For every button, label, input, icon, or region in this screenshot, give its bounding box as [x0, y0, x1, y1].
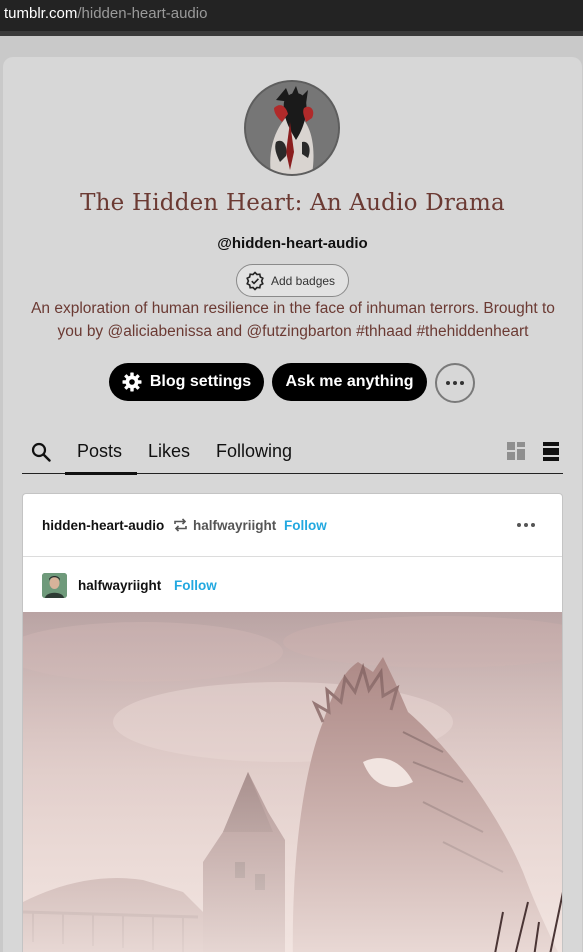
post-header: hidden-heart-audio halfwayriight Follow [23, 494, 562, 557]
ask-me-anything-label: Ask me anything [285, 373, 414, 390]
blog-settings-button[interactable]: Blog settings [109, 363, 264, 401]
post-more-icon[interactable] [517, 523, 535, 527]
grid-view-icon[interactable] [507, 442, 525, 460]
blog-handle: @hidden-heart-audio [217, 235, 368, 252]
more-icon [446, 381, 450, 385]
post-card: hidden-heart-audio halfwayriight Follow [22, 493, 563, 952]
reblog-icon [174, 518, 187, 532]
follow-button[interactable]: Follow [284, 518, 327, 533]
blog-avatar[interactable] [244, 80, 340, 176]
url-path: /hidden-heart-audio [77, 5, 208, 22]
list-view-icon[interactable] [543, 442, 559, 461]
tab-likes[interactable]: Likes [148, 441, 190, 462]
add-badges-button[interactable]: Add badges [236, 264, 349, 297]
browser-url-bar[interactable]: tumblr.com/hidden-heart-audio [0, 0, 583, 31]
badge-icon [246, 270, 264, 291]
avatar-photo-icon [42, 573, 67, 598]
reblogged-from[interactable]: halfwayriight [193, 518, 276, 533]
reblog-trail-header: halfwayriight Follow [23, 558, 562, 612]
avatar-illustration-icon [246, 82, 338, 174]
tab-posts[interactable]: Posts [77, 441, 122, 462]
active-tab-indicator [65, 472, 137, 475]
blog-description: An exploration of human resilience in th… [31, 300, 555, 340]
post-image[interactable] [23, 612, 563, 952]
add-badges-label: Add badges [271, 273, 336, 288]
reblog-user-avatar[interactable] [42, 573, 67, 598]
tab-following[interactable]: Following [216, 441, 292, 462]
more-options-button[interactable] [435, 363, 475, 403]
ask-me-anything-button[interactable]: Ask me anything [272, 363, 427, 401]
url-host: tumblr.com [4, 5, 78, 22]
post-author[interactable]: hidden-heart-audio [42, 518, 164, 533]
search-icon[interactable] [31, 442, 51, 462]
reblog-follow-button[interactable]: Follow [174, 578, 217, 593]
blog-header-card: The Hidden Heart: An Audio Drama @hidden… [3, 57, 582, 952]
blog-title: The Hidden Heart: An Audio Drama [80, 190, 505, 216]
blog-tabs: Posts Likes Following [22, 429, 563, 475]
reblog-user-name[interactable]: halfwayriight [78, 578, 161, 593]
blog-settings-label: Blog settings [149, 373, 252, 390]
gear-icon [122, 372, 142, 392]
